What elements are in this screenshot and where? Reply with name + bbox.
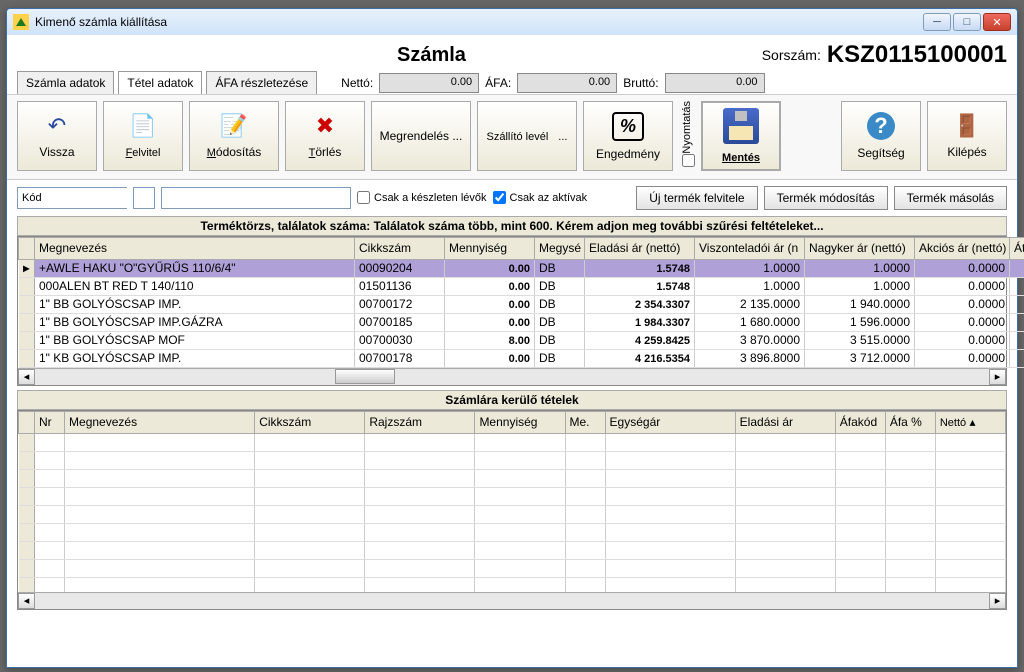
grid2-header[interactable]: Nr Megnevezés Cikkszám Rajzszám Mennyisé… xyxy=(19,411,1006,433)
save-icon xyxy=(723,108,759,144)
titlebar[interactable]: Kimenő számla kiállítása ─ □ ✕ xyxy=(7,9,1017,35)
table-row[interactable] xyxy=(19,505,1006,523)
brutto-value: 0.00 xyxy=(665,73,765,93)
app-window: Kimenő számla kiállítása ─ □ ✕ Számla So… xyxy=(6,8,1018,668)
scroll-right-icon[interactable]: ▸ xyxy=(989,593,1006,609)
grid2-hscrollbar[interactable]: ◂ ▸ xyxy=(18,592,1006,609)
close-button[interactable]: ✕ xyxy=(983,13,1011,31)
window-title: Kimenő számla kiállítása xyxy=(35,15,923,29)
table-row[interactable] xyxy=(19,487,1006,505)
help-icon: ? xyxy=(867,112,895,140)
tab-afa-reszletezese[interactable]: ÁFA részletezése xyxy=(206,71,317,94)
table-row[interactable] xyxy=(19,433,1006,451)
back-button[interactable]: ↶ Vissza xyxy=(17,101,97,171)
invoice-items-grid[interactable]: Nr Megnevezés Cikkszám Rajzszám Mennyisé… xyxy=(17,410,1007,610)
mentes-button[interactable]: Mentés xyxy=(701,101,781,171)
termek-masolas-button[interactable]: Termék másolás xyxy=(894,186,1007,210)
table-row[interactable]: ▸+AWLE HAKU "O"GYŰRŰS 110/6/4"000902040.… xyxy=(19,259,1024,277)
document-icon: 📄 xyxy=(129,113,156,139)
nyomtatas-checkbox[interactable] xyxy=(682,154,695,167)
delete-icon: ✖ xyxy=(316,113,334,139)
grid-hscrollbar[interactable]: ◂ ▸ xyxy=(18,368,1006,385)
netto-label: Nettó: xyxy=(341,76,373,90)
page-title: Számla xyxy=(397,44,466,67)
sorszam-label: Sorszám: xyxy=(762,47,821,63)
table-row[interactable]: 1" KB GOLYÓSCSAP IMP.007001780.00DB4 216… xyxy=(19,349,1024,367)
uj-termek-button[interactable]: Új termék felvitele xyxy=(636,186,757,210)
scroll-right-icon[interactable]: ▸ xyxy=(989,369,1006,385)
engedmeny-button[interactable]: % Engedmény xyxy=(583,101,673,171)
app-icon xyxy=(13,14,29,30)
grid-header[interactable]: Megnevezés Cikkszám Mennyiség Megysé Ela… xyxy=(19,237,1024,259)
kod-combo[interactable]: ▾ xyxy=(17,187,127,209)
invoice-items-title: Számlára kerülő tételek xyxy=(17,390,1007,410)
segitseg-button[interactable]: ? Segítség xyxy=(841,101,921,171)
info-strip: Terméktörzs, találatok száma: Találatok … xyxy=(17,216,1007,236)
scroll-left-icon[interactable]: ◂ xyxy=(18,593,35,609)
torles-button[interactable]: ✖ Törlés xyxy=(285,101,365,171)
termek-modositas-button[interactable]: Termék módosítás xyxy=(764,186,888,210)
afa-label: ÁFA: xyxy=(485,76,511,90)
nyomtatas-label: Nyomtatás xyxy=(679,101,695,154)
table-row[interactable]: 1" BB GOLYÓSCSAP MOF007000308.00DB4 259.… xyxy=(19,331,1024,349)
table-row[interactable]: 1" BB GOLYÓSCSAP IMP.GÁZRA007001850.00DB… xyxy=(19,313,1024,331)
csak-keszleten-checkbox[interactable]: Csak a készleten lévők xyxy=(357,191,487,204)
table-row[interactable]: 1" BB GOLYÓSCSAP IMP.007001720.00DB2 354… xyxy=(19,295,1024,313)
filter-text-input[interactable] xyxy=(161,187,351,209)
kilepes-button[interactable]: 🚪 Kilépés xyxy=(927,101,1007,171)
product-grid[interactable]: Megnevezés Cikkszám Mennyiség Megysé Ela… xyxy=(17,236,1007,386)
filter-row: ▾ Csak a készleten lévők Csak az aktívak… xyxy=(7,180,1017,216)
minimize-button[interactable]: ─ xyxy=(923,13,951,31)
toolbar: ↶ Vissza 📄 Felvitel 📝 Módosítás ✖ Törlés… xyxy=(7,94,1017,180)
modositas-button[interactable]: 📝 Módosítás xyxy=(189,101,279,171)
table-row[interactable] xyxy=(19,523,1006,541)
maximize-button[interactable]: □ xyxy=(953,13,981,31)
edit-document-icon: 📝 xyxy=(220,113,247,139)
felvitel-button[interactable]: 📄 Felvitel xyxy=(103,101,183,171)
table-row[interactable] xyxy=(19,559,1006,577)
csak-aktivak-checkbox[interactable]: Csak az aktívak xyxy=(493,191,588,204)
tab-szamla-adatok[interactable]: Számla adatok xyxy=(17,71,114,94)
scroll-thumb[interactable] xyxy=(335,369,395,384)
netto-value: 0.00 xyxy=(379,73,479,93)
sorszam-value: KSZ0115100001 xyxy=(827,41,1007,69)
tab-tetel-adatok[interactable]: Tétel adatok xyxy=(118,71,202,94)
undo-icon: ↶ xyxy=(48,113,66,139)
scroll-left-icon[interactable]: ◂ xyxy=(18,369,35,385)
percent-icon: % xyxy=(612,112,644,141)
table-row[interactable]: 000ALEN BT RED T 140/110015011360.00DB1.… xyxy=(19,277,1024,295)
table-row[interactable] xyxy=(19,541,1006,559)
filter-smallbox[interactable] xyxy=(133,187,155,209)
table-row[interactable] xyxy=(19,451,1006,469)
exit-icon: 🚪 xyxy=(953,113,980,139)
brutto-label: Bruttó: xyxy=(623,76,658,90)
table-row[interactable] xyxy=(19,469,1006,487)
afa-value: 0.00 xyxy=(517,73,617,93)
megrendeles-button[interactable]: Megrendelés ... xyxy=(371,101,471,171)
szallitolevel-button[interactable]: Szállító levél ... xyxy=(477,101,577,171)
